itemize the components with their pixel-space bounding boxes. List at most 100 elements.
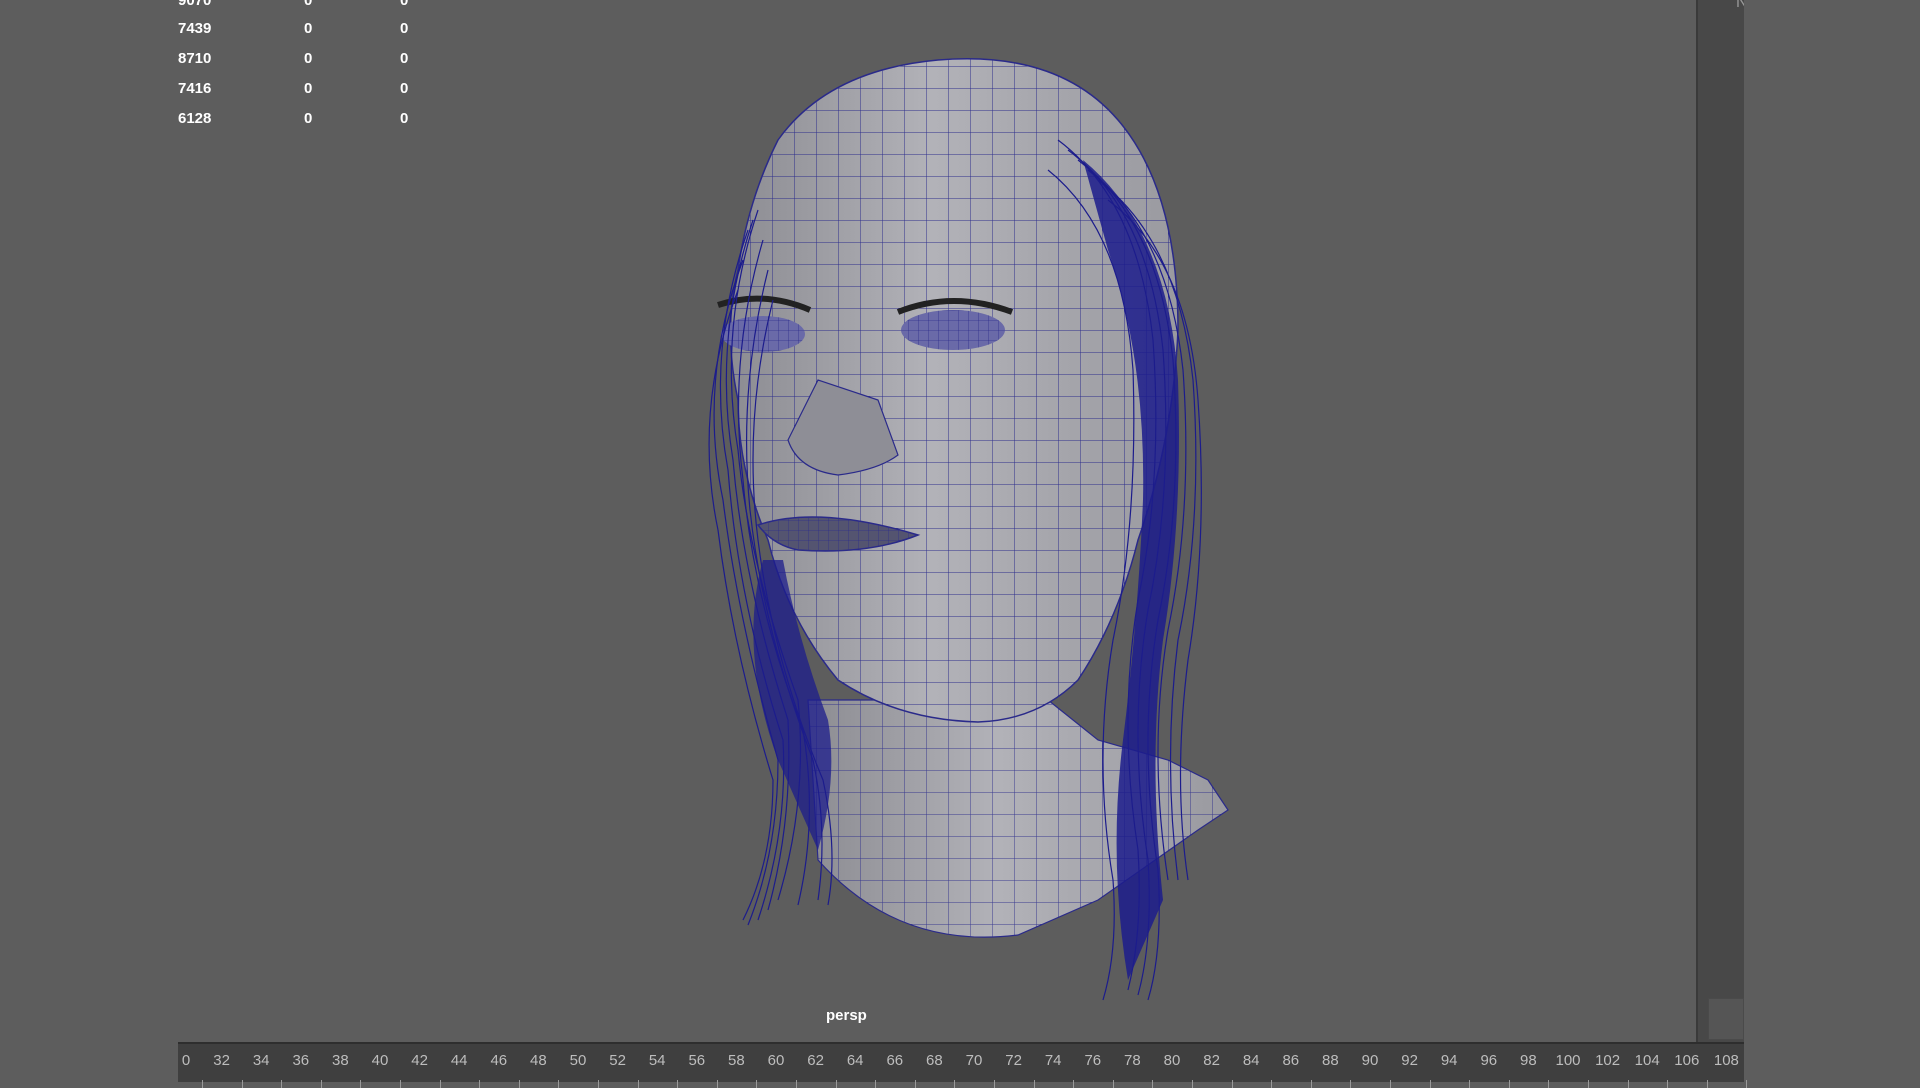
frame-tick xyxy=(1192,1080,1193,1088)
readout-value: 8710 xyxy=(178,50,212,67)
readout-value: 0 xyxy=(400,110,409,127)
frame-tick xyxy=(1033,1080,1035,1088)
frame-tick xyxy=(677,1080,679,1088)
frame-number: 40 xyxy=(371,1052,389,1069)
frame-tick xyxy=(796,1080,797,1088)
frame-number: 80 xyxy=(1163,1052,1181,1069)
frame-tick xyxy=(1746,1080,1748,1088)
frame-number: 70 xyxy=(965,1052,983,1069)
frame-number: 42 xyxy=(411,1052,428,1069)
frame-tick xyxy=(1508,1080,1510,1088)
readout-value: 0 xyxy=(400,0,409,9)
frame-number: 36 xyxy=(292,1052,310,1069)
frame-number: 104 xyxy=(1634,1052,1660,1069)
frame-tick xyxy=(400,1080,401,1088)
frame-number: 84 xyxy=(1242,1052,1260,1069)
frame-tick xyxy=(479,1080,481,1088)
frame-tick xyxy=(1350,1080,1352,1088)
frame-number: 86 xyxy=(1282,1052,1300,1069)
frame-tick xyxy=(202,1080,203,1088)
left-strip xyxy=(0,0,178,1080)
data-readout: 9070 0 0 7439 0 0 8710 0 0 7416 0 0 6128… xyxy=(178,0,478,140)
far-right-area xyxy=(1744,0,1920,1080)
frame-tick xyxy=(281,1080,283,1088)
frame-tick xyxy=(835,1080,837,1088)
frame-number: 78 xyxy=(1124,1052,1141,1069)
frame-number: 66 xyxy=(886,1052,904,1069)
frame-tick xyxy=(1548,1080,1550,1088)
frame-number: 60 xyxy=(767,1052,785,1069)
frame-number: 34 xyxy=(252,1052,270,1069)
frame-tick xyxy=(1390,1080,1391,1088)
frame-number: 56 xyxy=(688,1052,706,1069)
frame-tick xyxy=(756,1080,758,1088)
frame-numbers: 0 32 34 36 38 40 42 44 46 48 50 52 54 56 58 60 62 64 66 68 7… xyxy=(178,1052,1748,1088)
camera-name-label: persp xyxy=(826,1007,867,1024)
frame-tick xyxy=(1310,1080,1312,1088)
frame-number: 58 xyxy=(728,1052,745,1069)
readout-row: 7416 0 0 xyxy=(178,80,478,100)
frame-number: 0 xyxy=(181,1052,191,1069)
readout-value: 7416 xyxy=(178,80,212,97)
readout-row: 7439 0 0 xyxy=(178,20,478,40)
frame-number: 102 xyxy=(1595,1052,1621,1069)
frame-tick xyxy=(1706,1080,1708,1088)
readout-value: 9070 xyxy=(178,0,212,9)
frame-number: 50 xyxy=(569,1052,587,1069)
readout-row: 6128 0 0 xyxy=(178,110,478,130)
frame-number: 90 xyxy=(1361,1052,1379,1069)
frame-number: 64 xyxy=(846,1052,864,1069)
readout-value: 7439 xyxy=(178,20,212,37)
frame-tick xyxy=(1627,1080,1629,1088)
frame-number: 52 xyxy=(609,1052,626,1069)
frame-tick xyxy=(954,1080,956,1088)
frame-number: 82 xyxy=(1203,1052,1220,1069)
frame-tick xyxy=(875,1080,877,1088)
readout-row: 8710 0 0 xyxy=(178,50,478,70)
frame-number: 68 xyxy=(926,1052,943,1069)
time-slider[interactable]: 0 32 34 36 38 40 42 44 46 48 50 52 54 56 58 60 62 64 66 68 7… xyxy=(178,1042,1748,1088)
frame-number: 100 xyxy=(1555,1052,1581,1069)
readout-value: 0 xyxy=(304,20,313,37)
frame-number: 74 xyxy=(1044,1052,1062,1069)
frame-tick xyxy=(1588,1080,1589,1088)
frame-number: 92 xyxy=(1401,1052,1418,1069)
frame-tick xyxy=(1429,1080,1431,1088)
frame-number: 106 xyxy=(1674,1052,1700,1069)
readout-value: 0 xyxy=(304,80,313,97)
frame-number: 48 xyxy=(530,1052,547,1069)
readout-value: 6128 xyxy=(178,110,212,127)
frame-tick xyxy=(1152,1080,1154,1088)
readout-value: 0 xyxy=(304,50,313,67)
frame-tick xyxy=(1469,1080,1471,1088)
viewport-persp[interactable]: 9070 0 0 7439 0 0 8710 0 0 7416 0 0 6128… xyxy=(178,0,1696,1042)
frame-tick xyxy=(320,1080,322,1088)
readout-value: 0 xyxy=(400,80,409,97)
frame-tick xyxy=(558,1080,560,1088)
frame-number: 38 xyxy=(332,1052,349,1069)
frame-tick xyxy=(994,1080,995,1088)
readout-value: 0 xyxy=(304,110,313,127)
panel-button[interactable] xyxy=(1708,998,1744,1040)
frame-tick xyxy=(1231,1080,1233,1088)
frame-tick xyxy=(1112,1080,1114,1088)
frame-number: 62 xyxy=(807,1052,824,1069)
frame-tick xyxy=(914,1080,916,1088)
readout-value: 0 xyxy=(400,50,409,67)
right-side-panel: N xyxy=(1696,0,1748,1042)
frame-number: 76 xyxy=(1084,1052,1102,1069)
frame-tick xyxy=(598,1080,599,1088)
head-model[interactable] xyxy=(178,0,1696,1042)
frame-tick xyxy=(637,1080,639,1088)
frame-tick xyxy=(439,1080,441,1088)
readout-row: 9070 0 0 xyxy=(178,0,478,12)
frame-tick xyxy=(518,1080,520,1088)
frame-number: 98 xyxy=(1520,1052,1537,1069)
frame-number: 88 xyxy=(1322,1052,1339,1069)
readout-value: 0 xyxy=(400,20,409,37)
frame-number: 94 xyxy=(1440,1052,1458,1069)
frame-tick xyxy=(1271,1080,1273,1088)
frame-number: 32 xyxy=(213,1052,230,1069)
frame-number: 72 xyxy=(1005,1052,1022,1069)
frame-tick xyxy=(241,1080,243,1088)
